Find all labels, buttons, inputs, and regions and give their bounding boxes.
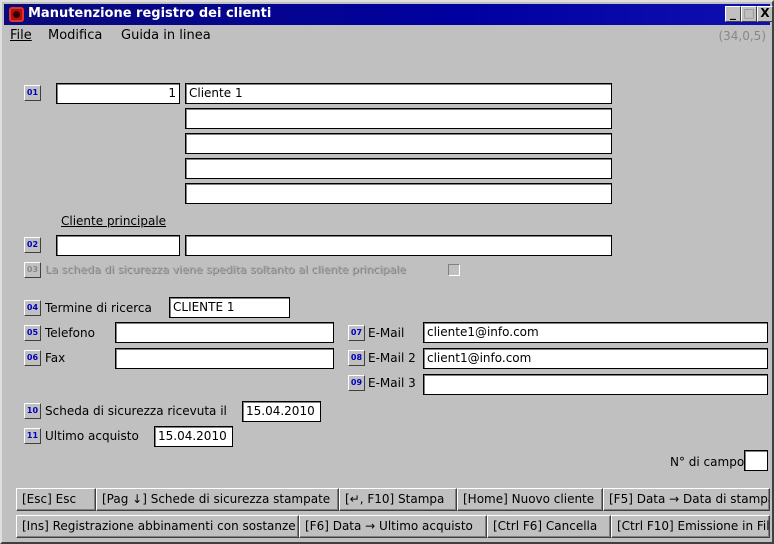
field-number-label: N° di campo [670,455,745,469]
function-key-bar: [Esc] Esc [Pag ↓] Schede di sicurezza st… [16,488,770,540]
menu-file[interactable]: File [10,28,32,43]
safety-sheet-received-label: Scheda di sicurezza ricevuta il [45,404,227,418]
esc-button[interactable]: [Esc] Esc [16,488,96,511]
field-number-01[interactable]: 01 [24,85,41,101]
client-name-line-5[interactable] [185,183,612,204]
safety-sheet-principal-checkbox[interactable] [448,264,460,276]
menu-bar: File Modifica Guida in linea (34,0,5) [4,25,770,47]
field-number-08[interactable]: 08 [348,350,365,366]
substance-assignments-button[interactable]: [Ins] Registrazione abbinamenti con sost… [16,515,299,538]
safety-sheet-received-date[interactable]: 15.04.2010 [242,401,321,422]
email3-field[interactable] [423,374,768,395]
field-number-02[interactable]: 02 [24,237,41,253]
field-number-03[interactable]: 03 [24,262,41,278]
client-code-field[interactable]: 1 [56,83,180,104]
field-number-05[interactable]: 05 [24,325,41,341]
menu-guida[interactable]: Guida in linea [121,28,211,43]
principal-client-heading: Cliente principale [61,214,167,228]
main-window: Manutenzione registro dei clienti _ □ X … [0,0,774,544]
window-title: Manutenzione registro dei clienti [28,6,272,21]
principal-code-field[interactable] [56,235,180,256]
email2-label: E-Mail 2 [368,351,416,365]
delete-button[interactable]: [Ctrl F6] Cancella [487,515,611,538]
phone-label: Telefono [45,326,95,340]
field-number-09[interactable]: 09 [348,375,365,391]
last-purchase-date[interactable]: 15.04.2010 [154,426,233,447]
field-number-06[interactable]: 06 [24,350,41,366]
client-name-line-4[interactable] [185,158,612,179]
print-date-button[interactable]: [F5] Data → Data di stampa [603,488,770,511]
fax-field[interactable] [115,348,334,369]
field-number-10[interactable]: 10 [24,403,41,419]
last-purchase-label: Ultimo acquisto [45,429,139,443]
email-field[interactable]: cliente1@info.com [423,322,768,343]
client-name-line-3[interactable] [185,133,612,154]
coordinate-readout: (34,0,5) [718,29,766,43]
maximize-button[interactable]: □ [741,6,757,22]
minimize-button[interactable]: _ [725,6,741,22]
app-icon[interactable] [9,7,24,22]
new-client-button[interactable]: [Home] Nuovo cliente [457,488,603,511]
field-number-07[interactable]: 07 [348,325,365,341]
field-number-11[interactable]: 11 [24,428,41,444]
form-area: 01 1 Cliente 1 Cliente principale 02 03 … [12,46,770,480]
printed-safety-sheets-button[interactable]: [Pag ↓] Schede di sicurezza stampate [96,488,339,511]
print-button[interactable]: [↵, F10] Stampa [339,488,457,511]
email2-field[interactable]: client1@info.com [423,348,768,369]
search-term-field[interactable]: CLIENTE 1 [169,297,290,318]
safety-sheet-principal-label: La scheda di sicurezza viene spedita sol… [45,263,406,276]
close-button[interactable]: X [757,6,773,22]
menu-modifica[interactable]: Modifica [48,28,102,43]
export-to-file-button[interactable]: [Ctrl F10] Emissione in File [611,515,770,538]
field-number-04[interactable]: 04 [24,300,41,316]
client-name-line-1[interactable]: Cliente 1 [185,83,612,104]
fax-label: Fax [45,351,66,365]
email-label: E-Mail [368,326,405,340]
field-number-input[interactable] [744,450,768,471]
phone-field[interactable] [115,322,334,343]
search-term-label: Termine di ricerca [45,301,152,315]
last-purchase-date-button[interactable]: [F6] Data → Ultimo acquisto [299,515,487,538]
title-bar[interactable]: Manutenzione registro dei clienti _ □ X [4,4,773,25]
email3-label: E-Mail 3 [368,376,416,390]
client-name-line-2[interactable] [185,108,612,129]
principal-name-field[interactable] [185,235,612,256]
menu-file-label: File [10,28,32,43]
